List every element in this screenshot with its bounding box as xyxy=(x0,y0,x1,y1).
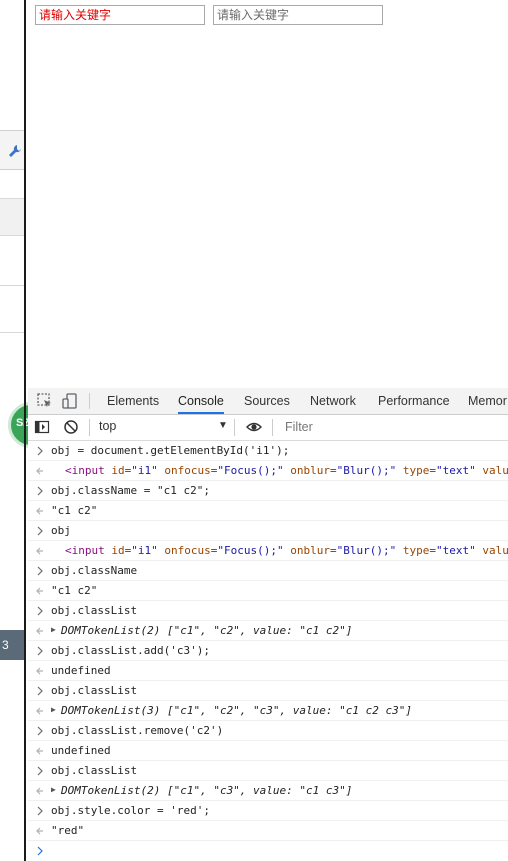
console-command: obj = document.getElementById('i1'); xyxy=(51,444,290,457)
console-command: obj.classList xyxy=(51,764,138,777)
wrench-icon xyxy=(9,145,21,157)
console-command: obj.classList.add('c3'); xyxy=(51,644,210,657)
result-arrow-icon xyxy=(36,467,43,475)
tab-sources[interactable]: Sources xyxy=(244,388,290,414)
result-arrow-icon xyxy=(36,787,43,795)
console-input-row: obj.className = "c1 c2"; xyxy=(28,481,508,501)
input-chevron-icon xyxy=(37,646,43,656)
console-input-row: obj.classList.remove('c2') xyxy=(28,721,508,741)
result-arrow-icon xyxy=(36,627,43,635)
result-arrow-icon xyxy=(36,667,43,675)
console-prompt[interactable] xyxy=(28,841,508,861)
console-input-row: obj.classList.add('c3'); xyxy=(28,641,508,661)
taskbar-fragment: 3 xyxy=(0,630,24,660)
console-input-row: obj.style.color = 'red'; xyxy=(28,801,508,821)
result-arrow-icon xyxy=(36,547,43,555)
tab-memory[interactable]: Memor xyxy=(468,388,507,414)
console-input-row: obj.classList xyxy=(28,761,508,781)
background-row xyxy=(0,198,24,236)
console-object-result: DOMTokenList(3) ["c1", "c2", "c3", value… xyxy=(61,704,412,717)
console-input-row: obj.className xyxy=(28,561,508,581)
console-string-result: "c1 c2" xyxy=(51,584,98,597)
chevron-down-icon[interactable]: ▼ xyxy=(218,420,228,431)
tab-performance[interactable]: Performance xyxy=(378,388,450,414)
tab-network[interactable]: Network xyxy=(310,388,356,414)
inspect-element-icon[interactable] xyxy=(36,392,54,410)
input-chevron-icon xyxy=(37,726,43,736)
result-arrow-icon xyxy=(36,587,43,595)
console-output-row[interactable]: <input id="i1" onfocus="Focus();" onblur… xyxy=(28,461,508,481)
console-input-row: obj.classList xyxy=(28,601,508,621)
input-chevron-icon xyxy=(37,686,43,696)
console-output-row: undefined xyxy=(28,741,508,761)
input-chevron-icon xyxy=(37,806,43,816)
console-input-row: obj.classList xyxy=(28,681,508,701)
devtools-panel: Elements Console Sources Network Perform… xyxy=(28,388,508,861)
sidebar-toggle-icon[interactable] xyxy=(34,419,50,435)
console-element-result: <input id="i1" onfocus="Focus();" onblur… xyxy=(65,544,508,557)
result-arrow-icon xyxy=(36,707,43,715)
console-command: obj.className xyxy=(51,564,138,577)
filter-input[interactable]: Filter xyxy=(285,420,313,434)
toolbar-separator xyxy=(89,393,90,409)
input-chevron-icon xyxy=(37,566,43,576)
expand-triangle-icon[interactable]: ▶ xyxy=(51,785,56,794)
console-input-row: obj = document.getElementById('i1'); xyxy=(28,441,508,461)
toolbar-separator xyxy=(272,419,273,436)
console-command: obj.classList.remove('c2') xyxy=(51,724,224,737)
console-input-row: obj xyxy=(28,521,508,541)
console-log: obj = document.getElementById('i1'); <inp… xyxy=(28,441,508,861)
divider-line xyxy=(0,285,24,286)
console-output-row: "c1 c2" xyxy=(28,581,508,601)
input-chevron-icon xyxy=(37,526,43,536)
console-output-row[interactable]: ▶ DOMTokenList(2) ["c1", "c2", value: "c1… xyxy=(28,621,508,641)
console-command: obj xyxy=(51,524,71,537)
input-chevron-icon xyxy=(37,486,43,496)
result-arrow-icon xyxy=(36,827,43,835)
console-command: obj.classList xyxy=(51,604,138,617)
console-output-row[interactable]: ▶ DOMTokenList(3) ["c1", "c2", "c3", valu… xyxy=(28,701,508,721)
console-command: obj.style.color = 'red'; xyxy=(51,804,210,817)
clear-console-icon[interactable] xyxy=(63,419,79,435)
expand-triangle-icon[interactable]: ▶ xyxy=(51,625,56,634)
toolbar-separator xyxy=(234,419,235,436)
console-toolbar: top ▼ Filter xyxy=(28,415,508,441)
console-output-row: "c1 c2" xyxy=(28,501,508,521)
console-undefined-result: undefined xyxy=(51,664,111,677)
result-arrow-icon xyxy=(36,507,43,515)
console-command: obj.classList xyxy=(51,684,138,697)
devtools-tabbar: Elements Console Sources Network Perform… xyxy=(28,388,508,415)
background-window-strip: SZ 3 xyxy=(0,0,54,861)
console-string-result: "red" xyxy=(51,824,85,837)
console-command: obj.className = "c1 c2"; xyxy=(51,484,210,497)
expand-triangle-icon[interactable]: ▶ xyxy=(51,705,56,714)
input-chevron-icon xyxy=(37,766,43,776)
console-object-result: DOMTokenList(2) ["c1", "c2", value: "c1 … xyxy=(61,624,353,637)
input-chevron-icon xyxy=(37,446,43,456)
console-string-result: "c1 c2" xyxy=(51,504,98,517)
console-output-row[interactable]: ▶ DOMTokenList(2) ["c1", "c3", value: "c1… xyxy=(28,781,508,801)
console-output-row: "red" xyxy=(28,821,508,841)
context-selector[interactable]: top xyxy=(99,419,116,433)
result-arrow-icon xyxy=(36,747,43,755)
taskbar-label: 3 xyxy=(2,638,9,652)
divider-line xyxy=(0,332,24,333)
tab-console[interactable]: Console xyxy=(178,388,224,414)
eye-icon[interactable] xyxy=(246,419,262,435)
input-chevron-icon xyxy=(37,606,43,616)
console-output-row: undefined xyxy=(28,661,508,681)
device-toolbar-icon[interactable] xyxy=(61,392,79,410)
prompt-chevron-icon xyxy=(37,846,43,856)
console-element-result: <input id="i1" onfocus="Focus();" onblur… xyxy=(65,464,508,477)
console-undefined-result: undefined xyxy=(51,744,111,757)
keyword-input-2[interactable]: 请输入关键字 xyxy=(213,5,383,25)
keyword-input-1[interactable]: 请输入关键字 xyxy=(35,5,205,25)
console-object-result: DOMTokenList(2) ["c1", "c3", value: "c1 … xyxy=(61,784,353,797)
console-output-row[interactable]: <input id="i1" onfocus="Focus();" onblur… xyxy=(28,541,508,561)
window-edge xyxy=(24,0,26,861)
toolbar-separator xyxy=(89,419,90,436)
tab-elements[interactable]: Elements xyxy=(107,388,159,414)
page-viewport: 请输入关键字 请输入关键字 xyxy=(28,0,508,388)
